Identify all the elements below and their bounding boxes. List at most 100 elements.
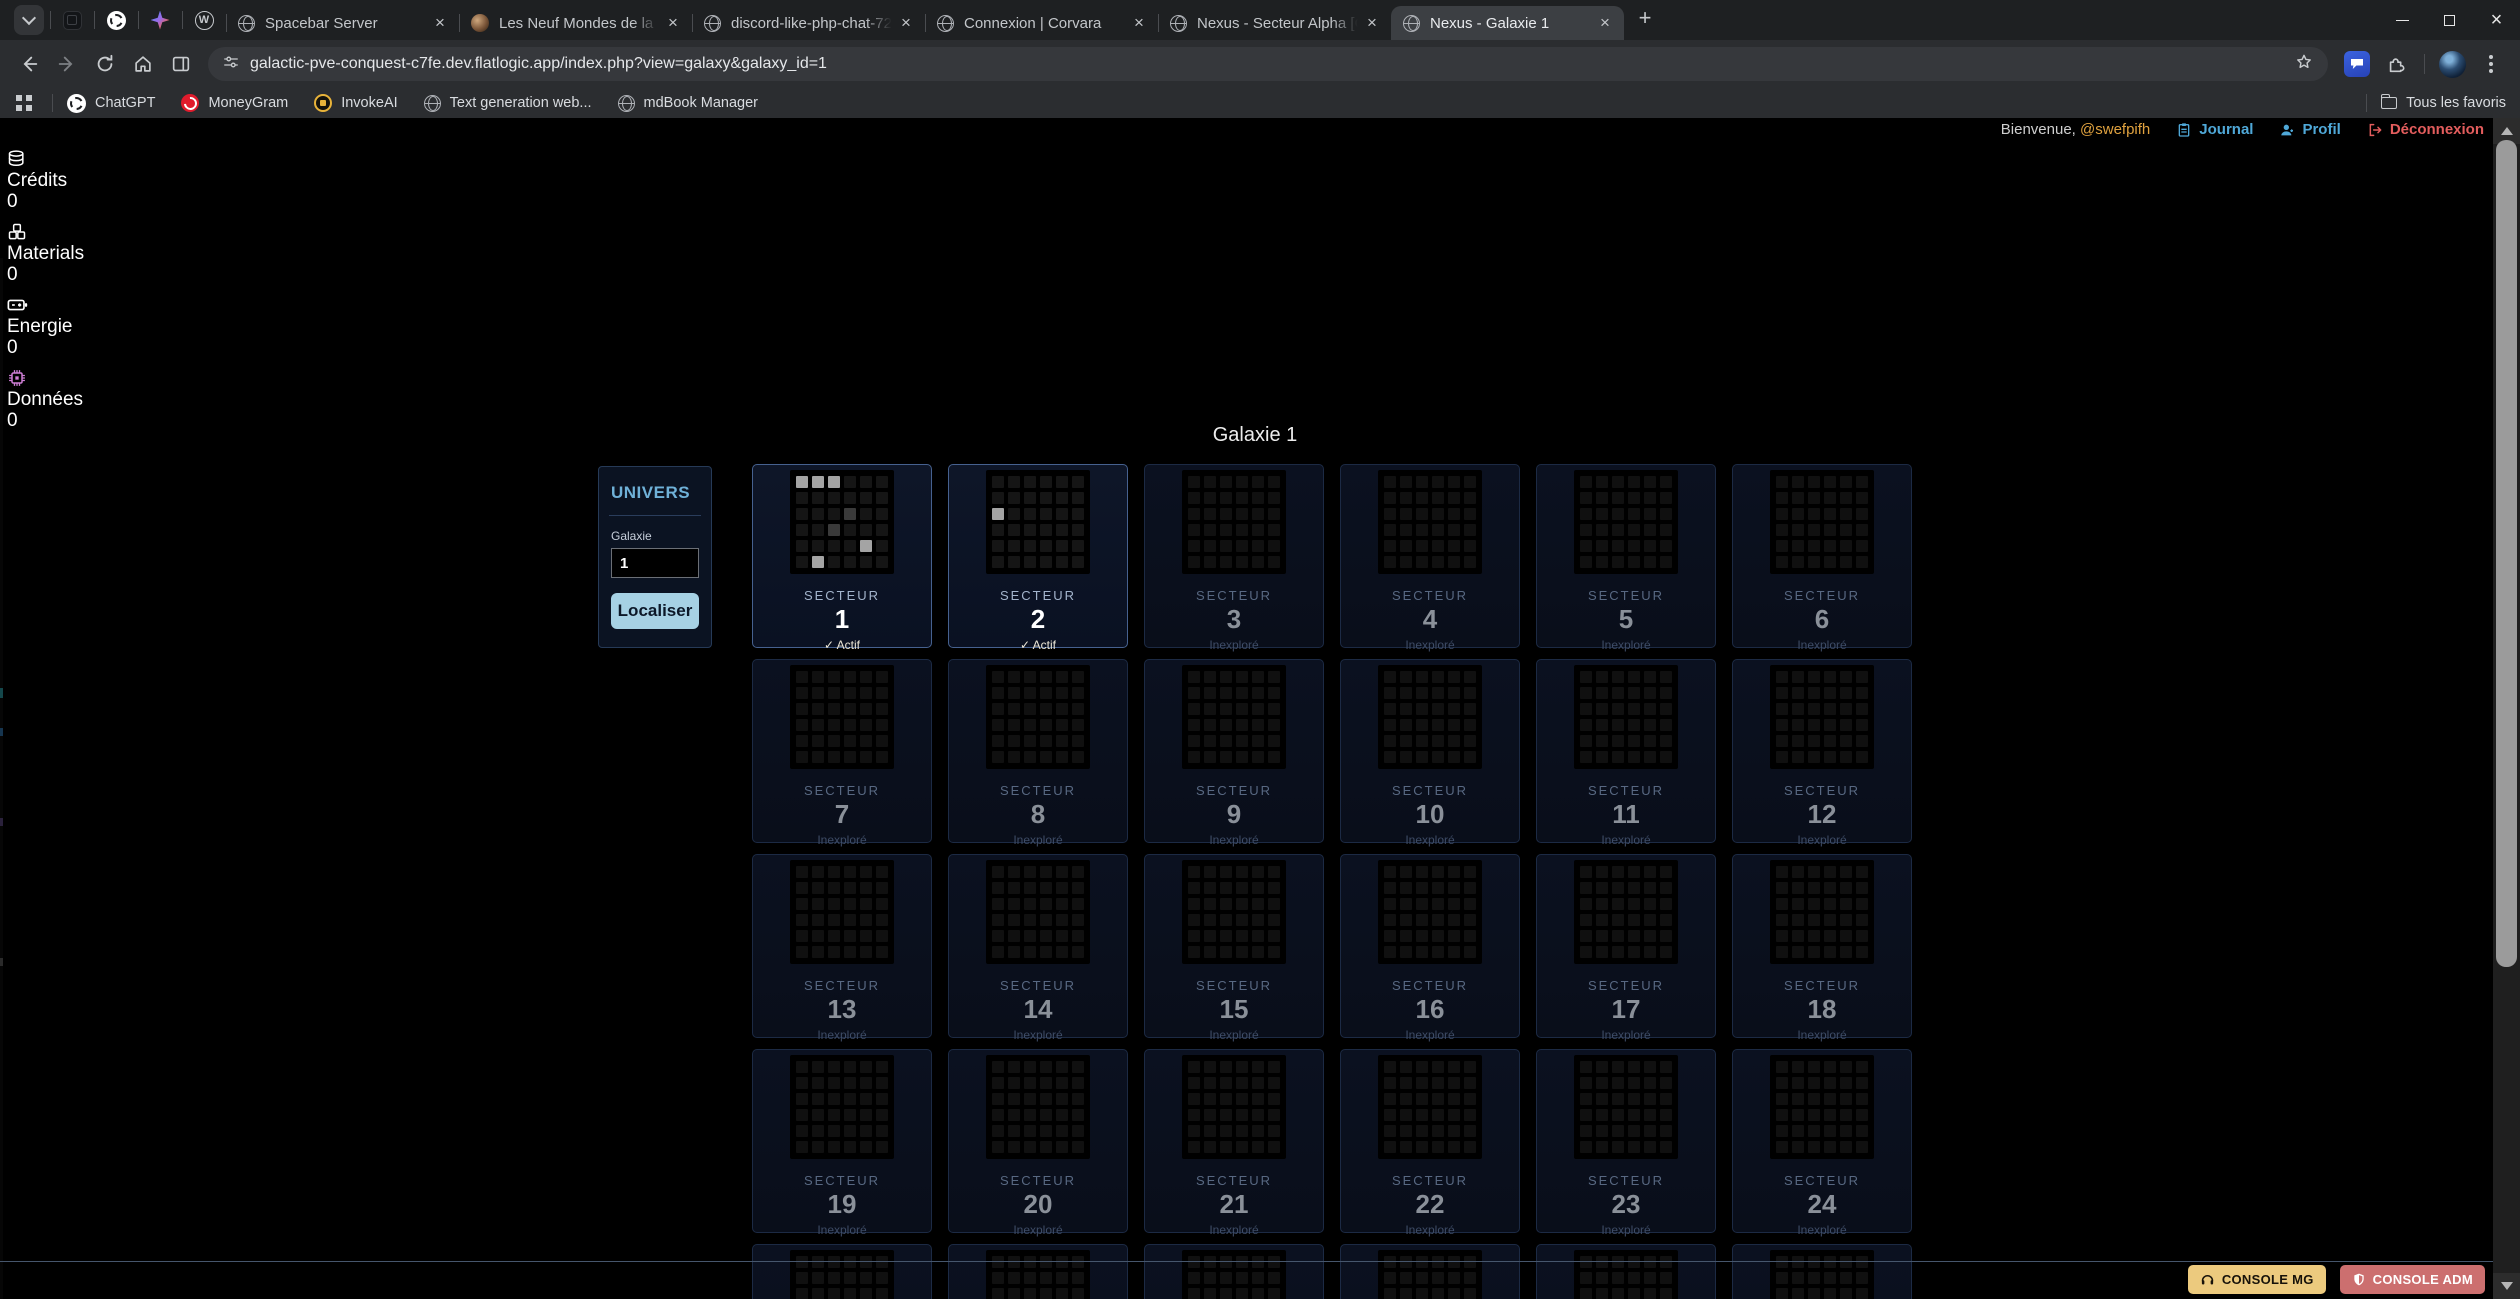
forward-button[interactable] — [48, 45, 86, 83]
menu-kebab-button[interactable] — [2472, 45, 2510, 83]
console-adm-button[interactable]: CONSOLE ADM — [2340, 1265, 2485, 1294]
sector-card[interactable]: SECTEUR 30 Inexploré — [1732, 1244, 1912, 1299]
sector-card[interactable]: SECTEUR 13 Inexploré — [752, 854, 932, 1038]
tab-close-icon[interactable] — [429, 12, 451, 34]
close-button[interactable] — [2473, 0, 2520, 40]
sector-card[interactable]: SECTEUR 15 Inexploré — [1144, 854, 1324, 1038]
sector-card[interactable]: SECTEUR 16 Inexploré — [1340, 854, 1520, 1038]
tab-search-button[interactable] — [14, 5, 44, 35]
scrollbar-thumb[interactable] — [2496, 140, 2517, 967]
map-cell — [1824, 1272, 1836, 1284]
sector-card[interactable]: SECTEUR 9 Inexploré — [1144, 659, 1324, 843]
browser-tab[interactable]: Spacebar Server — [226, 6, 459, 40]
sector-card[interactable]: SECTEUR 14 Inexploré — [948, 854, 1128, 1038]
home-button[interactable] — [124, 45, 162, 83]
browser-tab[interactable]: Les Neuf Mondes de la Mytholo — [459, 6, 692, 40]
sector-card[interactable]: SECTEUR 22 Inexploré — [1340, 1049, 1520, 1233]
new-tab-button[interactable] — [1630, 3, 1660, 33]
sector-card[interactable]: SECTEUR 21 Inexploré — [1144, 1049, 1324, 1233]
sector-card[interactable]: SECTEUR 24 Inexploré — [1732, 1049, 1912, 1233]
sector-number: 4 — [1341, 604, 1519, 634]
map-cell — [992, 1272, 1004, 1284]
map-cell — [828, 492, 840, 504]
back-button[interactable] — [10, 45, 48, 83]
map-cell — [992, 930, 1004, 942]
sector-number: 5 — [1537, 604, 1715, 634]
browser-tab[interactable]: discord-like-php-chat-7262.dev — [692, 6, 925, 40]
map-cell — [876, 735, 888, 747]
extensions-puzzle-button[interactable] — [2378, 45, 2416, 83]
sector-card[interactable]: SECTEUR 1 ✓ Actif — [752, 464, 932, 648]
map-cell — [1856, 735, 1868, 747]
tab-close-icon[interactable] — [1128, 12, 1150, 34]
map-cell — [1596, 1125, 1608, 1137]
bookmark-item[interactable]: ChatGPT — [67, 94, 155, 113]
sector-card[interactable]: SECTEUR 29 Inexploré — [1536, 1244, 1716, 1299]
map-cell — [1220, 492, 1232, 504]
all-bookmarks[interactable]: Tous les favoris — [2358, 94, 2506, 112]
tab-close-icon[interactable] — [1594, 12, 1616, 34]
sector-card[interactable]: SECTEUR 25 Inexploré — [752, 1244, 932, 1299]
bookmark-item[interactable]: mdBook Manager — [618, 95, 758, 112]
scrollbar-down-arrow[interactable] — [2493, 1273, 2520, 1299]
pinned-tab[interactable] — [182, 0, 226, 40]
site-settings-icon[interactable] — [222, 53, 240, 76]
map-cell — [1856, 524, 1868, 536]
console-mg-button[interactable]: CONSOLE MG — [2188, 1265, 2326, 1294]
pinned-tab[interactable] — [138, 0, 182, 40]
sector-card[interactable]: SECTEUR 17 Inexploré — [1536, 854, 1716, 1038]
minimize-button[interactable] — [2379, 0, 2426, 40]
sector-card[interactable]: SECTEUR 5 Inexploré — [1536, 464, 1716, 648]
galaxie-input[interactable] — [611, 548, 699, 578]
sector-card[interactable]: SECTEUR 10 Inexploré — [1340, 659, 1520, 843]
profil-link[interactable]: Profil — [2279, 121, 2340, 138]
side-panel-button[interactable] — [162, 45, 200, 83]
browser-tab[interactable]: Nexus - Secteur Alpha [G1] — [1158, 6, 1391, 40]
bookmark-item[interactable]: InvokeAI — [314, 94, 397, 112]
map-cell — [1268, 930, 1280, 942]
bookmark-star-icon[interactable] — [2294, 52, 2314, 77]
tab-close-icon[interactable] — [895, 12, 917, 34]
pinned-tab[interactable] — [94, 0, 138, 40]
sector-card[interactable]: SECTEUR 28 Inexploré — [1340, 1244, 1520, 1299]
logout-link[interactable]: Déconnexion — [2367, 121, 2484, 138]
sector-card[interactable]: SECTEUR 11 Inexploré — [1536, 659, 1716, 843]
maximize-button[interactable] — [2426, 0, 2473, 40]
bookmark-item[interactable]: Text generation web... — [424, 95, 592, 112]
sector-card[interactable]: SECTEUR 8 Inexploré — [948, 659, 1128, 843]
browser-tab[interactable]: Nexus - Galaxie 1 — [1391, 6, 1624, 40]
profile-avatar[interactable] — [2439, 51, 2466, 78]
sector-card[interactable]: SECTEUR 12 Inexploré — [1732, 659, 1912, 843]
scrollbar[interactable] — [2493, 118, 2520, 1299]
sector-number: 23 — [1537, 1189, 1715, 1219]
map-cell — [1024, 735, 1036, 747]
sector-card[interactable]: SECTEUR 19 Inexploré — [752, 1049, 932, 1233]
pinned-tab[interactable] — [50, 0, 94, 40]
sector-card[interactable]: SECTEUR 3 Inexploré — [1144, 464, 1324, 648]
browser-tab[interactable]: Connexion | Corvara — [925, 6, 1158, 40]
map-cell — [1040, 1288, 1052, 1299]
tab-close-icon[interactable] — [662, 12, 684, 34]
sector-card[interactable]: SECTEUR 23 Inexploré — [1536, 1049, 1716, 1233]
journal-link[interactable]: Journal — [2176, 121, 2253, 138]
tab-close-icon[interactable] — [1361, 12, 1383, 34]
localiser-button[interactable]: Localiser — [611, 593, 699, 629]
sector-card[interactable]: SECTEUR 20 Inexploré — [948, 1049, 1128, 1233]
sector-card[interactable]: SECTEUR 2 ✓ Actif — [948, 464, 1128, 648]
map-cell — [1040, 1077, 1052, 1089]
sector-card[interactable]: SECTEUR 4 Inexploré — [1340, 464, 1520, 648]
sector-card[interactable]: SECTEUR 7 Inexploré — [752, 659, 932, 843]
map-cell — [812, 930, 824, 942]
reload-button[interactable] — [86, 45, 124, 83]
extension-badge-icon[interactable] — [2344, 51, 2370, 77]
bookmark-item[interactable]: MoneyGram — [181, 94, 288, 112]
map-cell — [1840, 1141, 1852, 1153]
map-cell — [1432, 1125, 1444, 1137]
sector-card[interactable]: SECTEUR 27 Inexploré — [1144, 1244, 1324, 1299]
sector-card[interactable]: SECTEUR 26 Inexploré — [948, 1244, 1128, 1299]
sector-card[interactable]: SECTEUR 18 Inexploré — [1732, 854, 1912, 1038]
address-bar[interactable]: galactic-pve-conquest-c7fe.dev.flatlogic… — [208, 47, 2328, 81]
sector-status: Inexploré — [1341, 833, 1519, 847]
sector-card[interactable]: SECTEUR 6 Inexploré — [1732, 464, 1912, 648]
apps-grid-icon[interactable] — [14, 90, 44, 116]
